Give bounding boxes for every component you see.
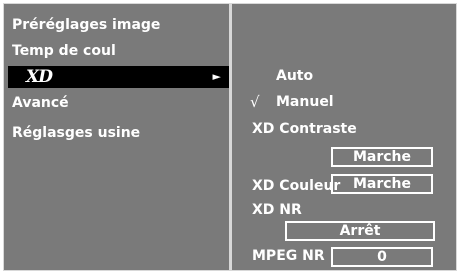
menu-item-avance[interactable]: Avancé	[8, 92, 229, 114]
menu-item-temp-de-coul[interactable]: Temp de coul	[8, 40, 229, 62]
menu-item-label: Préréglages image	[12, 17, 161, 33]
xd-contraste-value[interactable]: Marche	[331, 147, 433, 167]
xd-couleur-value[interactable]: Marche	[331, 174, 433, 194]
mpeg-nr-label: MPEG NR	[252, 248, 325, 264]
menu-item-label: Réglasges usine	[12, 125, 141, 141]
mpeg-nr-value[interactable]: 0	[331, 247, 433, 267]
option-manuel[interactable]: Manuel	[276, 93, 334, 111]
menu-item-reglages-usine[interactable]: Réglasges usine	[8, 122, 229, 144]
xd-submenu: Auto √ Manuel XD Contraste Marche Marche…	[232, 4, 456, 270]
option-auto[interactable]: Auto	[276, 67, 313, 85]
menu-item-xd[interactable]: XD ►	[8, 66, 229, 88]
menu-item-label: Avancé	[12, 95, 69, 111]
arrow-right-icon: ►	[212, 70, 221, 83]
xd-couleur-label: XD Couleur	[252, 178, 341, 194]
menu-item-prereglages-image[interactable]: Préréglages image	[8, 14, 229, 36]
menu-item-label: Temp de coul	[12, 43, 116, 59]
check-icon: √	[250, 93, 260, 111]
xd-nr-label: XD NR	[252, 202, 302, 218]
xd-contraste-label: XD Contraste	[252, 121, 357, 137]
xd-logo: XD	[26, 67, 53, 87]
xd-nr-value[interactable]: Arrêt	[285, 221, 435, 241]
main-menu: Préréglages image Temp de coul XD ► Avan…	[4, 4, 229, 270]
